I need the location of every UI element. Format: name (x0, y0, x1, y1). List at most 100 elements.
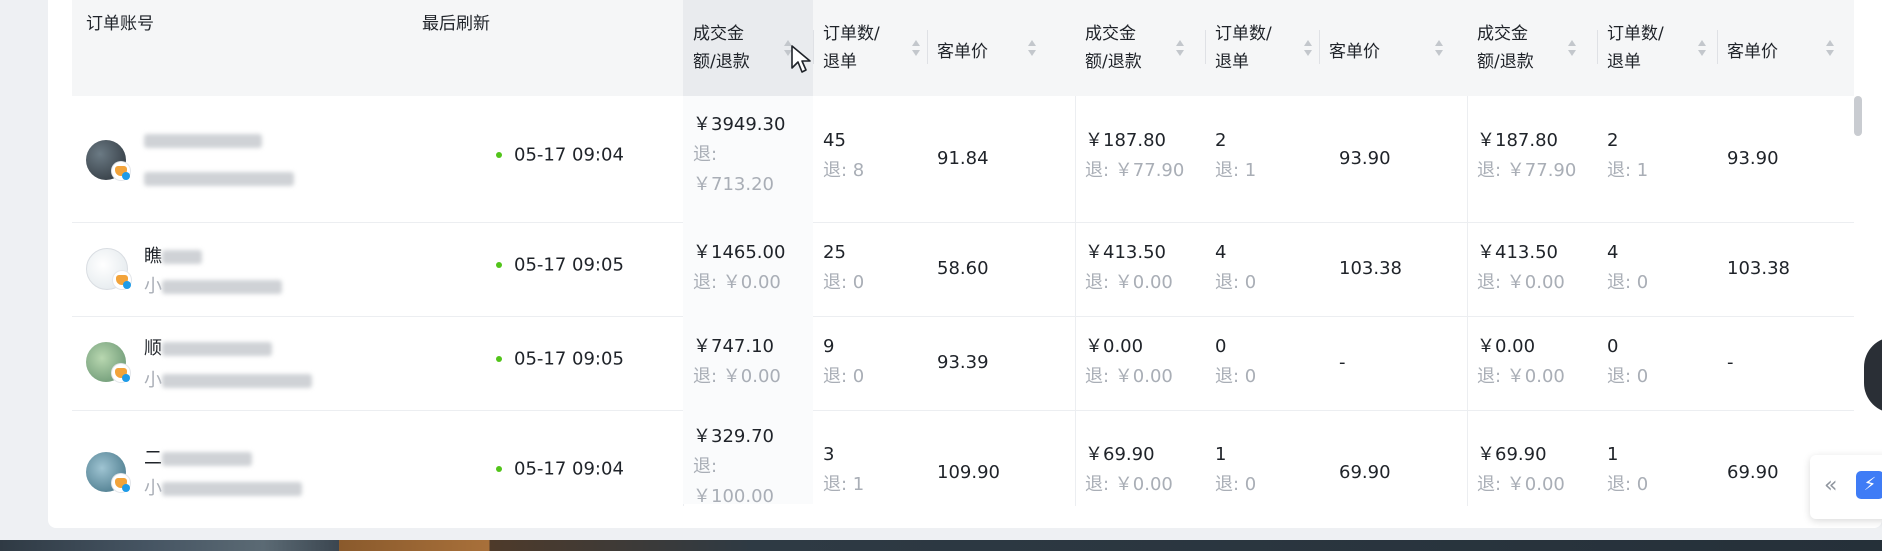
col-orders-header-1[interactable]: 订单数/ 退单 (813, 0, 927, 96)
online-status-dot (496, 152, 502, 158)
account-name: 瞧 (144, 242, 202, 268)
account-cell: 二 小 (72, 410, 408, 504)
shop-badge-icon (112, 364, 130, 382)
refresh-cell: 05-17 09:04 (408, 96, 683, 222)
online-status-dot (496, 356, 502, 362)
refresh-time: 05-17 09:04 (514, 144, 624, 166)
collapse-icon[interactable]: « (1824, 473, 1837, 498)
orders-cell: 25 退: 0 (823, 242, 865, 293)
col-refresh-label: 最后刷新 (422, 14, 490, 34)
avg-cell: - (1339, 352, 1346, 373)
bolt-icon[interactable]: ⚡ (1856, 471, 1882, 499)
shop-badge-icon (112, 162, 130, 180)
account-cell: 瞧 小 (72, 222, 408, 316)
sort-icon[interactable] (1303, 38, 1313, 60)
orders-cell: 0 退: 0 (1607, 336, 1649, 387)
amount-cell: ￥3949.30 退: ￥713.20 (683, 96, 813, 222)
avg-cell: 91.84 (937, 148, 989, 169)
col-orders-label-3: 订单数/ 退单 (1607, 24, 1664, 72)
col-orders-label-2: 订单数/ 退单 (1215, 24, 1272, 72)
vertical-scrollbar[interactable] (1854, 96, 1862, 136)
col-amount-label-2: 成交金 额/退款 (1085, 24, 1142, 72)
header-divider (813, 30, 814, 64)
refresh-cell: 05-17 09:05 (408, 222, 683, 316)
col-amount-label-1: 成交金 额/退款 (693, 24, 750, 72)
account-name (144, 130, 262, 151)
account-cell (72, 96, 408, 222)
avg-cell: 93.39 (937, 352, 989, 373)
amount-cell: ￥187.80 退: ￥77.90 (1085, 130, 1185, 181)
avg-cell: 109.90 (937, 462, 1000, 483)
sort-icon[interactable] (1567, 38, 1577, 60)
col-avg-header-2[interactable]: 客单价 (1319, 0, 1467, 96)
refresh-time: 05-17 09:05 (514, 254, 624, 276)
header-divider (1717, 30, 1718, 64)
avatar (86, 452, 130, 492)
avg-cell: 93.90 (1339, 148, 1391, 169)
refresh-cell: 05-17 09:05 (408, 316, 683, 410)
refresh-cell: 05-17 09:04 (408, 410, 683, 504)
side-toolbar: « ⚡ (1810, 455, 1882, 519)
avatar (86, 140, 130, 180)
sort-icon[interactable] (1697, 38, 1707, 60)
amount-cell: ￥69.90 退: ￥0.00 (1085, 444, 1173, 495)
sort-icon[interactable] (1434, 38, 1444, 60)
orders-cell: 4 退: 0 (1607, 242, 1649, 293)
table-row[interactable]: 05-17 09:04 ￥3949.30 退: ￥713.20 45 退: 8 … (72, 96, 1854, 223)
mouse-cursor-icon (791, 45, 811, 73)
shop-badge-icon (113, 271, 131, 289)
col-orders-label-1: 订单数/ 退单 (823, 24, 880, 72)
amount-cell: ￥413.50 退: ￥0.00 (1477, 242, 1565, 293)
avg-cell: 93.90 (1727, 148, 1779, 169)
shop-badge-icon (112, 474, 130, 492)
refresh-time: 05-17 09:05 (514, 348, 624, 370)
col-avg-label-3: 客单价 (1727, 42, 1778, 62)
col-orders-header-2[interactable]: 订单数/ 退单 (1205, 0, 1319, 96)
account-name: 二 (144, 444, 252, 470)
orders-cell: 45 退: 8 (823, 130, 865, 181)
orders-cell: 1 退: 0 (1215, 444, 1257, 495)
col-account-label: 订单账号 (86, 14, 154, 34)
col-amount-header-2[interactable]: 成交金 额/退款 (1075, 0, 1205, 96)
avg-cell: 103.38 (1727, 258, 1790, 279)
col-orders-header-3[interactable]: 订单数/ 退单 (1597, 0, 1717, 96)
sort-icon[interactable] (911, 38, 921, 60)
account-cell: 顺 小 (72, 316, 408, 410)
orders-cell: 2 退: 1 (1215, 130, 1257, 181)
amount-cell: ￥747.10 退: ￥0.00 (683, 316, 813, 410)
amount-cell: ￥1465.00 退: ￥0.00 (683, 222, 813, 316)
online-status-dot (496, 262, 502, 268)
amount-cell: ￥0.00 退: ￥0.00 (1477, 336, 1565, 387)
amount-cell: ￥329.70 退: ￥100.00 (683, 410, 813, 504)
account-id (144, 168, 294, 189)
table-row[interactable]: 瞧 小 05-17 09:05 ￥1465.00 退: ￥0.00 25 退: … (72, 222, 1854, 317)
account-id: 小 (144, 272, 282, 298)
table-header: 订单账号 最后刷新 成交金 额/退款 订单数/ 退单 客单价 成交金 额/退款 … (72, 0, 1854, 96)
col-account-header: 订单账号 (72, 0, 408, 96)
header-divider (927, 30, 928, 64)
avatar (86, 342, 130, 382)
col-refresh-header: 最后刷新 (408, 0, 683, 96)
orders-cell: 1 退: 0 (1607, 444, 1649, 495)
col-avg-header-3[interactable]: 客单价 (1717, 0, 1854, 96)
account-id: 小 (144, 366, 312, 392)
account-id: 小 (144, 474, 302, 500)
sort-icon[interactable] (1175, 38, 1185, 60)
header-divider (1205, 30, 1206, 64)
table-row[interactable]: 顺 小 05-17 09:05 ￥747.10 退: ￥0.00 9 退: 0 … (72, 316, 1854, 411)
orders-cell: 3 退: 1 (823, 444, 865, 495)
avg-cell: 58.60 (937, 258, 989, 279)
refresh-time: 05-17 09:04 (514, 458, 624, 480)
col-avg-header-1[interactable]: 客单价 (927, 0, 1055, 96)
avg-cell: - (1727, 352, 1734, 373)
orders-cell: 4 退: 0 (1215, 242, 1257, 293)
header-divider (1319, 30, 1320, 64)
col-amount-header-3[interactable]: 成交金 额/退款 (1467, 0, 1597, 96)
sort-icon[interactable] (1825, 38, 1835, 60)
account-name: 顺 (144, 334, 272, 360)
avg-cell: 69.90 (1339, 462, 1391, 483)
sort-icon[interactable] (1027, 38, 1037, 60)
table-row[interactable]: 二 小 05-17 09:04 ￥329.70 退: ￥100.00 3 退: … (72, 410, 1854, 504)
orders-cell: 2 退: 1 (1607, 130, 1649, 181)
col-amount-label-3: 成交金 额/退款 (1477, 24, 1534, 72)
